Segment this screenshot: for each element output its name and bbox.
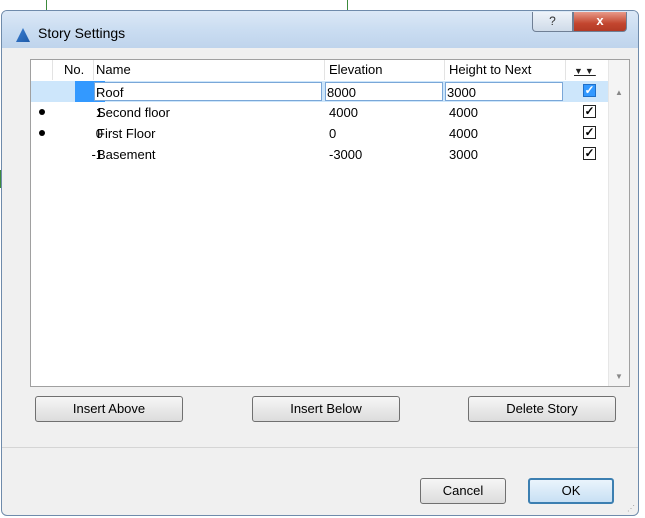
dialog-content: No. Name Elevation Height to Next ▼▼ 2 R… bbox=[2, 49, 638, 457]
insert-below-button[interactable]: Insert Below bbox=[252, 396, 400, 422]
footer-separator bbox=[2, 447, 638, 448]
elevation-input[interactable]: 8000 bbox=[325, 82, 443, 101]
table-row[interactable]: 2 Roof 8000 3000 ✓ bbox=[31, 81, 611, 102]
height-to-next-value[interactable]: 4000 bbox=[449, 102, 478, 123]
table-row[interactable]: 0 First Floor 0 4000 ✓ bbox=[31, 123, 611, 144]
archicad-app-icon bbox=[16, 28, 30, 42]
height-to-next-input[interactable]: 3000 bbox=[445, 82, 563, 101]
height-to-next-value[interactable]: 3000 bbox=[449, 144, 478, 165]
story-name[interactable]: Second floor bbox=[97, 102, 170, 123]
show-checkbox[interactable]: ✓ bbox=[583, 126, 596, 139]
column-header-name[interactable]: Name bbox=[94, 60, 325, 80]
bullet-dot-icon bbox=[39, 130, 45, 136]
scroll-down-arrow-icon[interactable]: ▼ bbox=[615, 372, 623, 381]
column-header-height-to-next[interactable]: Height to Next bbox=[445, 60, 566, 80]
elevation-value[interactable]: -3000 bbox=[329, 144, 362, 165]
story-name[interactable]: First Floor bbox=[97, 123, 156, 144]
ok-button[interactable]: OK bbox=[528, 478, 614, 504]
column-header-elevation[interactable]: Elevation bbox=[325, 60, 445, 80]
window-title: Story Settings bbox=[38, 25, 126, 41]
cancel-button[interactable]: Cancel bbox=[420, 478, 506, 504]
vertical-scrollbar[interactable]: ▲ ▼ bbox=[608, 60, 629, 386]
sort-arrows-icon: ▼▼ bbox=[574, 66, 596, 76]
story-name-input[interactable]: Roof bbox=[94, 82, 322, 101]
column-header-no[interactable]: No. bbox=[60, 60, 94, 80]
help-button[interactable]: ? bbox=[532, 12, 573, 32]
show-checkbox[interactable]: ✓ bbox=[583, 84, 596, 97]
title-bar: Story Settings ? x bbox=[2, 11, 638, 48]
delete-story-button[interactable]: Delete Story bbox=[468, 396, 616, 422]
story-settings-dialog: Story Settings ? x No. Name Elevation He… bbox=[1, 10, 639, 516]
insert-above-button[interactable]: Insert Above bbox=[35, 396, 183, 422]
background-guide-line bbox=[347, 0, 348, 10]
table-header: No. Name Elevation Height to Next ▼▼ bbox=[31, 60, 611, 80]
column-header-bullet bbox=[31, 60, 53, 80]
bullet-dot-icon bbox=[39, 109, 45, 115]
height-to-next-value[interactable]: 4000 bbox=[449, 123, 478, 144]
table-row[interactable]: -1 Basement -3000 3000 ✓ bbox=[31, 144, 611, 165]
story-name[interactable]: Basement bbox=[97, 144, 156, 165]
elevation-value[interactable]: 0 bbox=[329, 123, 336, 144]
close-button[interactable]: x bbox=[573, 12, 627, 32]
story-table: No. Name Elevation Height to Next ▼▼ 2 R… bbox=[30, 59, 630, 387]
scroll-up-arrow-icon[interactable]: ▲ bbox=[615, 88, 623, 97]
table-row[interactable]: 1 Second floor 4000 4000 ✓ bbox=[31, 102, 611, 123]
show-checkbox[interactable]: ✓ bbox=[583, 105, 596, 118]
show-checkbox[interactable]: ✓ bbox=[583, 147, 596, 160]
resize-grip-icon[interactable]: ⋰ bbox=[627, 504, 635, 513]
column-header-show[interactable]: ▼▼ bbox=[566, 60, 611, 80]
background-guide-line bbox=[46, 0, 47, 10]
elevation-value[interactable]: 4000 bbox=[329, 102, 358, 123]
